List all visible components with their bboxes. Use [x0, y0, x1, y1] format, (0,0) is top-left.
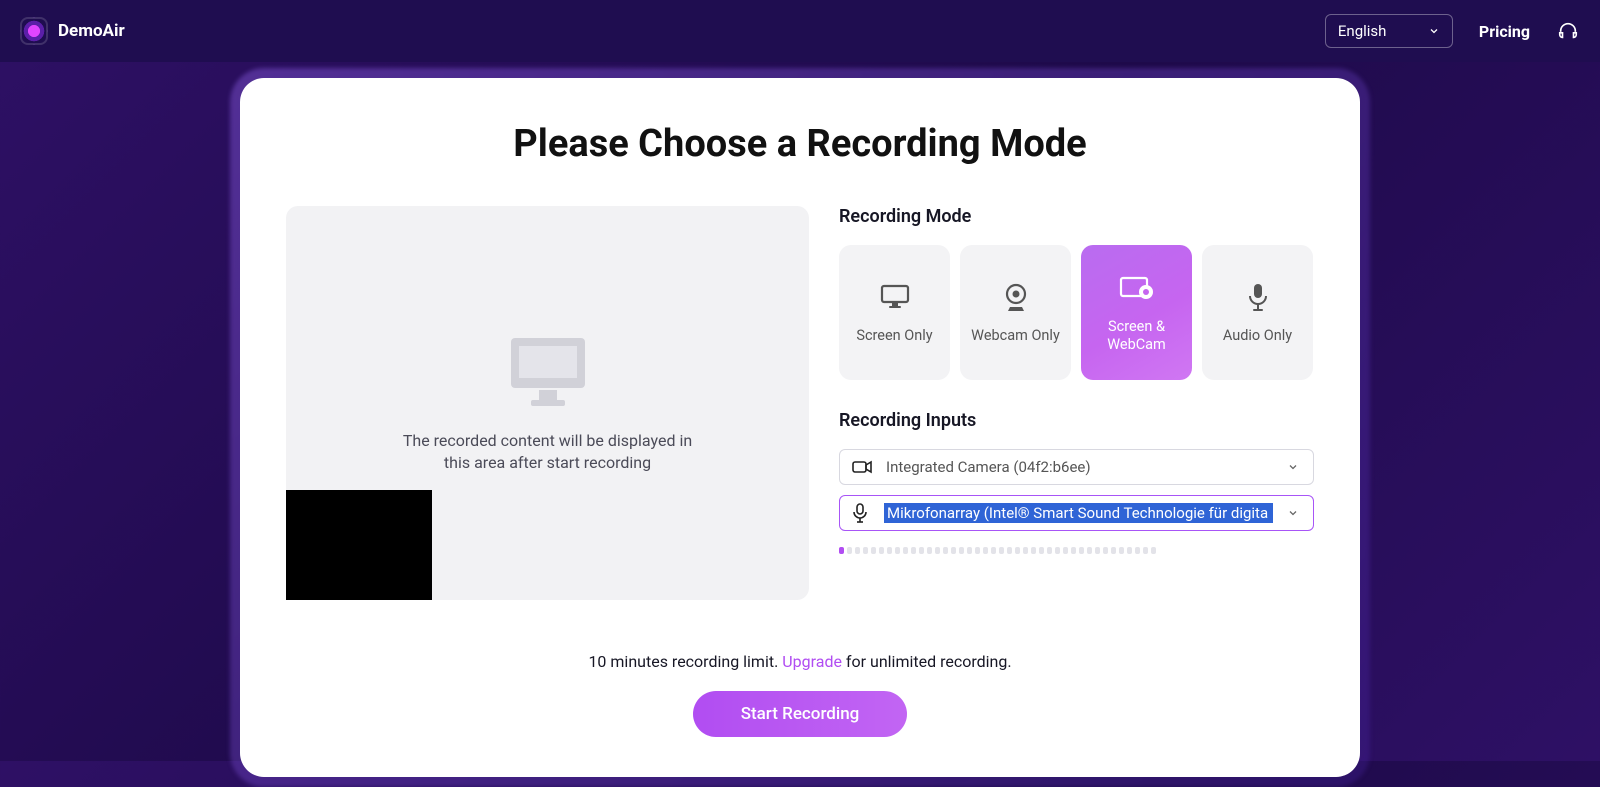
- level-segment: [951, 547, 956, 554]
- level-segment: [847, 547, 852, 554]
- microphone-icon: [1247, 281, 1269, 313]
- start-recording-button[interactable]: Start Recording: [693, 691, 908, 737]
- chevron-down-icon: [1287, 507, 1301, 519]
- language-select[interactable]: English: [1325, 14, 1453, 48]
- level-segment: [879, 547, 884, 554]
- level-segment: [943, 547, 948, 554]
- chevron-down-icon: [1428, 25, 1440, 37]
- screen-webcam-icon: [1119, 272, 1155, 304]
- level-segment: [991, 547, 996, 554]
- navbar: DemoAir English Pricing: [0, 0, 1600, 62]
- chevron-down-icon: [1287, 461, 1301, 473]
- level-segment: [855, 547, 860, 554]
- brand[interactable]: DemoAir: [20, 17, 125, 45]
- level-segment: [935, 547, 940, 554]
- level-segment: [999, 547, 1004, 554]
- level-segment: [967, 547, 972, 554]
- mode-options: Screen Only Webcam Only Screen & WebCam: [839, 245, 1314, 380]
- level-segment: [895, 547, 900, 554]
- mic-level-meter: [839, 547, 1314, 554]
- level-segment: [863, 547, 868, 554]
- mode-label: Audio Only: [1217, 327, 1298, 344]
- camera-icon: [852, 459, 872, 475]
- recording-inputs-label: Recording Inputs: [839, 410, 1314, 431]
- page-title: Please Choose a Recording Mode: [286, 122, 1314, 166]
- microphone-value: Mikrofonarray (Intel® Smart Sound Techno…: [884, 503, 1273, 523]
- level-segment: [1095, 547, 1100, 554]
- level-segment: [927, 547, 932, 554]
- level-segment: [1127, 547, 1132, 554]
- mode-audio-only[interactable]: Audio Only: [1202, 245, 1313, 380]
- level-segment: [1031, 547, 1036, 554]
- camera-select[interactable]: Integrated Camera (04f2:b6ee): [839, 449, 1314, 485]
- level-segment: [871, 547, 876, 554]
- level-segment: [1023, 547, 1028, 554]
- nav-right: English Pricing: [1325, 14, 1580, 48]
- level-segment: [903, 547, 908, 554]
- limit-text: 10 minutes recording limit. Upgrade for …: [286, 652, 1314, 671]
- mode-label: Screen Only: [850, 327, 938, 344]
- mode-webcam-only[interactable]: Webcam Only: [960, 245, 1071, 380]
- preview-area: The recorded content will be displayed i…: [286, 206, 809, 600]
- level-segment: [1071, 547, 1076, 554]
- mode-label: Screen & WebCam: [1081, 318, 1192, 353]
- monitor-placeholder-icon: [505, 332, 591, 410]
- monitor-icon: [880, 281, 910, 313]
- level-segment: [1055, 547, 1060, 554]
- level-segment: [1135, 547, 1140, 554]
- pricing-link[interactable]: Pricing: [1479, 22, 1530, 41]
- level-segment: [839, 547, 844, 554]
- level-segment: [1015, 547, 1020, 554]
- level-segment: [1103, 547, 1108, 554]
- camera-value: Integrated Camera (04f2:b6ee): [886, 458, 1273, 476]
- level-segment: [1063, 547, 1068, 554]
- microphone-select[interactable]: Mikrofonarray (Intel® Smart Sound Techno…: [839, 495, 1314, 531]
- headset-icon[interactable]: [1556, 19, 1580, 43]
- level-segment: [983, 547, 988, 554]
- level-segment: [1079, 547, 1084, 554]
- level-segment: [975, 547, 980, 554]
- upgrade-link[interactable]: Upgrade: [782, 652, 842, 671]
- microphone-icon: [852, 503, 870, 523]
- level-segment: [1007, 547, 1012, 554]
- level-segment: [911, 547, 916, 554]
- brand-logo-icon: [20, 17, 48, 45]
- level-segment: [1047, 547, 1052, 554]
- level-segment: [887, 547, 892, 554]
- recorder-card: Please Choose a Recording Mode The recor…: [240, 78, 1360, 777]
- level-segment: [959, 547, 964, 554]
- mode-screen-and-webcam[interactable]: Screen & WebCam: [1081, 245, 1192, 380]
- brand-name: DemoAir: [58, 21, 125, 41]
- level-segment: [1143, 547, 1148, 554]
- language-value: English: [1338, 22, 1387, 40]
- level-segment: [919, 547, 924, 554]
- webcam-preview-tile: [286, 490, 432, 600]
- level-segment: [1039, 547, 1044, 554]
- mode-screen-only[interactable]: Screen Only: [839, 245, 950, 380]
- webcam-icon: [1003, 281, 1029, 313]
- preview-text: The recorded content will be displayed i…: [403, 430, 692, 473]
- level-segment: [1119, 547, 1124, 554]
- level-segment: [1111, 547, 1116, 554]
- recording-mode-label: Recording Mode: [839, 206, 1314, 227]
- mode-label: Webcam Only: [965, 327, 1066, 344]
- level-segment: [1151, 547, 1156, 554]
- level-segment: [1087, 547, 1092, 554]
